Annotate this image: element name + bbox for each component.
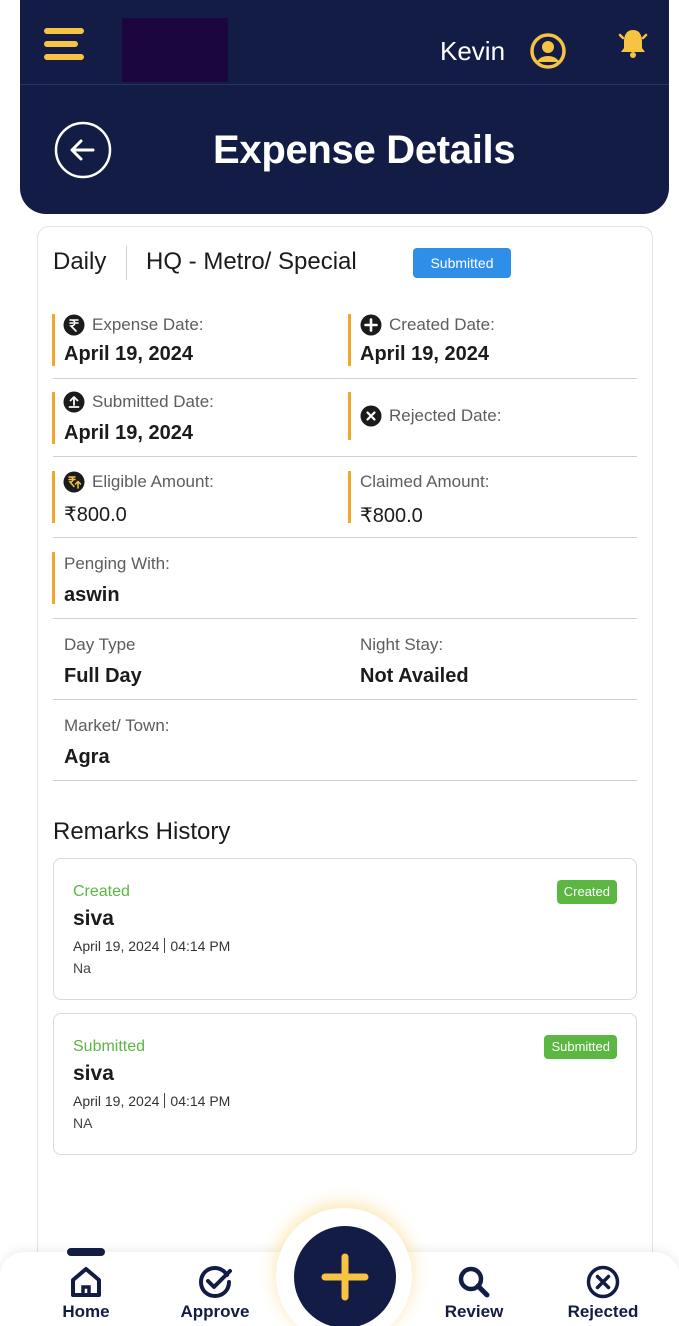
remark-status-badge: Created bbox=[556, 880, 617, 904]
market-town-label: Market/ Town: bbox=[64, 716, 170, 735]
page-title: Expense Details bbox=[213, 128, 516, 172]
day-type-label: Day Type bbox=[64, 635, 136, 654]
nav-review[interactable]: Review bbox=[424, 1264, 524, 1322]
plus-icon bbox=[321, 1253, 369, 1301]
remark-author: siva bbox=[73, 1062, 114, 1085]
rupee-icon bbox=[63, 314, 85, 336]
divider bbox=[53, 537, 637, 538]
header-divider bbox=[20, 84, 669, 85]
field-accent-bar bbox=[52, 471, 55, 523]
claimed-amount-value: ₹800.0 bbox=[360, 505, 423, 527]
remarks-history-title: Remarks History bbox=[53, 818, 231, 845]
divider bbox=[53, 618, 637, 619]
remark-date: April 19, 2024 bbox=[73, 938, 160, 954]
expense-frequency: Daily bbox=[53, 248, 107, 275]
back-arrow-icon[interactable] bbox=[53, 120, 113, 180]
nav-approve[interactable]: Approve bbox=[165, 1264, 265, 1322]
remark-time: 04:14 PM bbox=[170, 1093, 231, 1109]
remark-date: April 19, 2024 bbox=[73, 1093, 160, 1109]
divider bbox=[164, 1093, 166, 1108]
field-accent-bar bbox=[348, 314, 351, 366]
market-town-value: Agra bbox=[64, 746, 110, 768]
nav-home[interactable]: Home bbox=[36, 1264, 136, 1322]
divider bbox=[126, 246, 127, 280]
nav-home-label: Home bbox=[62, 1302, 110, 1321]
divider bbox=[53, 699, 637, 700]
divider bbox=[53, 780, 637, 781]
field-accent-bar bbox=[52, 314, 55, 366]
search-icon bbox=[458, 1266, 490, 1298]
field-accent-bar bbox=[52, 392, 55, 444]
night-stay-label: Night Stay: bbox=[360, 635, 444, 654]
hamburger-icon[interactable] bbox=[44, 28, 84, 60]
remark-note: Na bbox=[73, 960, 91, 976]
username-label[interactable]: Kevin bbox=[440, 36, 505, 67]
remark-status: Submitted bbox=[73, 1038, 146, 1055]
day-type-value: Full Day bbox=[64, 665, 142, 687]
check-badge-icon bbox=[198, 1265, 232, 1299]
divider bbox=[164, 938, 166, 953]
remark-note: NA bbox=[73, 1115, 93, 1131]
submitted-date-value: April 19, 2024 bbox=[64, 422, 193, 444]
remark-time: 04:14 PM bbox=[170, 938, 231, 954]
remark-card: Created siva April 19, 2024 04:14 PM Na C… bbox=[53, 858, 637, 1000]
add-expense-button[interactable] bbox=[294, 1226, 396, 1326]
eligible-amount-label: Eligible Amount: bbox=[92, 472, 214, 491]
remark-timestamp: April 19, 2024 04:14 PM bbox=[73, 938, 230, 954]
pending-with-label: Penging With: bbox=[64, 554, 170, 573]
user-circle-icon[interactable] bbox=[529, 32, 567, 70]
field-accent-bar bbox=[348, 471, 351, 523]
created-date-value: April 19, 2024 bbox=[360, 343, 489, 365]
submitted-date-label: Submitted Date: bbox=[92, 392, 214, 411]
pending-with-value: aswin bbox=[64, 584, 120, 606]
nav-rejected[interactable]: Rejected bbox=[553, 1264, 653, 1322]
x-circle-icon bbox=[586, 1265, 620, 1299]
field-accent-bar bbox=[348, 392, 351, 440]
remark-card: Submitted siva April 19, 2024 04:14 PM NA… bbox=[53, 1013, 637, 1155]
x-circle-icon bbox=[360, 405, 382, 427]
night-stay-value: Not Availed bbox=[360, 665, 469, 687]
money-icon bbox=[63, 471, 85, 493]
remark-status-badge: Submitted bbox=[544, 1035, 617, 1059]
bell-icon[interactable] bbox=[616, 26, 650, 60]
expense-date-label: Expense Date: bbox=[92, 315, 204, 334]
remark-author: siva bbox=[73, 907, 114, 930]
divider bbox=[53, 378, 637, 379]
remark-status: Created bbox=[73, 883, 130, 900]
expense-details-card bbox=[37, 226, 653, 1326]
nav-approve-label: Approve bbox=[180, 1302, 250, 1321]
field-accent-bar bbox=[52, 552, 55, 604]
active-tab-indicator bbox=[67, 1248, 105, 1256]
claimed-amount-label: Claimed Amount: bbox=[360, 472, 490, 491]
expense-category: HQ - Metro/ Special bbox=[146, 248, 357, 275]
rejected-date-label: Rejected Date: bbox=[389, 406, 502, 425]
home-icon bbox=[71, 1267, 101, 1297]
app-header: Kevin Expense Details bbox=[20, 0, 669, 214]
nav-rejected-label: Rejected bbox=[567, 1302, 639, 1321]
plus-circle-icon bbox=[360, 314, 382, 336]
created-date-label: Created Date: bbox=[389, 315, 495, 334]
remark-timestamp: April 19, 2024 04:14 PM bbox=[73, 1093, 230, 1109]
divider bbox=[53, 456, 637, 457]
expense-date-value: April 19, 2024 bbox=[64, 343, 193, 365]
nav-review-label: Review bbox=[444, 1302, 504, 1321]
eligible-amount-value: ₹800.0 bbox=[64, 504, 127, 526]
status-badge: Submitted bbox=[413, 248, 511, 278]
upload-circle-icon bbox=[63, 391, 85, 413]
company-logo bbox=[122, 18, 228, 82]
